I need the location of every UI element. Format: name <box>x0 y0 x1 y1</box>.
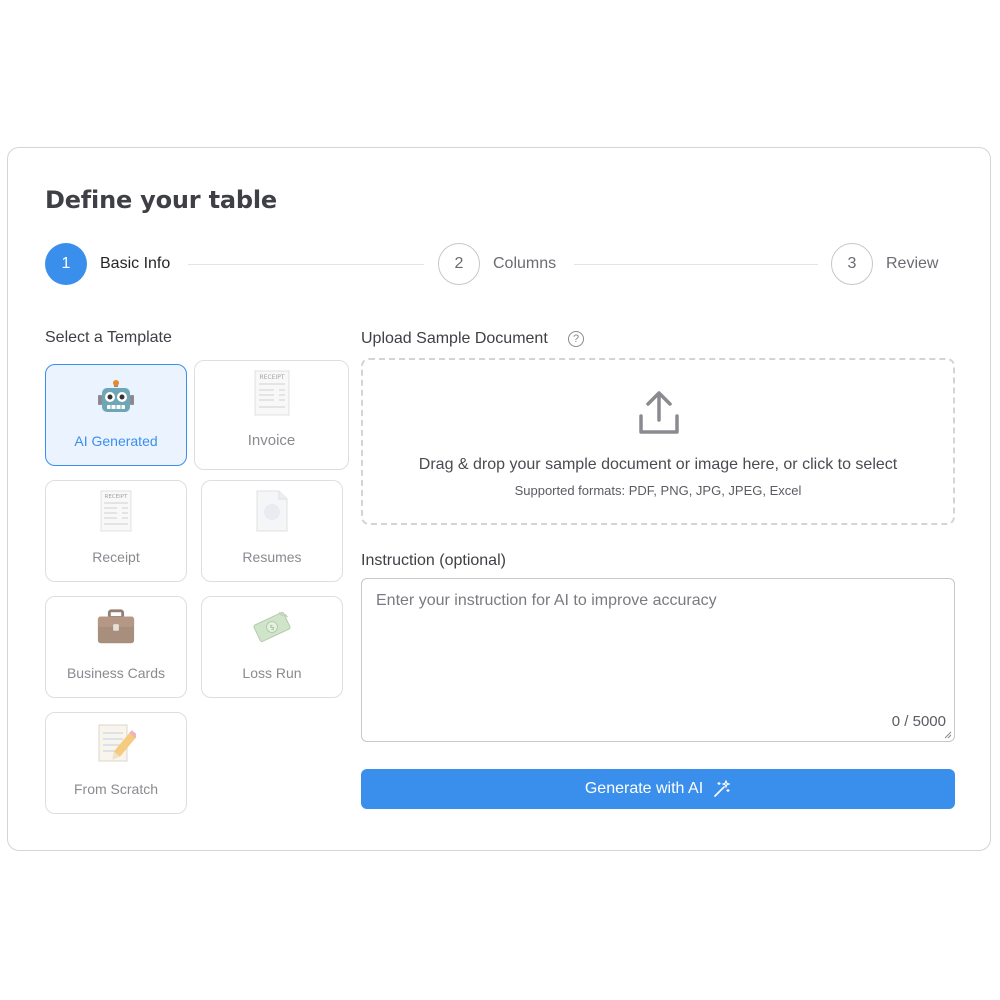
step-3-label[interactable]: Review <box>886 255 938 273</box>
instruction-label: Instruction (optional) <box>361 552 506 569</box>
briefcase-icon <box>96 607 136 647</box>
invoice-icon: RECEIPT <box>252 370 292 416</box>
robot-icon <box>96 379 136 419</box>
template-label: Loss Run <box>242 665 302 681</box>
template-label: Business Cards <box>66 665 166 681</box>
instruction-textarea[interactable]: Enter your instruction for AI to improve… <box>361 578 955 742</box>
resume-icon <box>252 490 292 532</box>
template-loss-run[interactable]: $ Loss Run <box>201 596 343 698</box>
help-icon[interactable]: ? <box>568 331 584 347</box>
money-icon: $ <box>252 607 292 647</box>
receipt-icon: RECEIPT <box>96 490 136 532</box>
step-2-label[interactable]: Columns <box>493 255 556 273</box>
template-label: Resumes <box>242 549 302 565</box>
step-1-label[interactable]: Basic Info <box>100 255 170 273</box>
define-table-card: Define your table 1 Basic Info 2 Columns… <box>7 147 991 851</box>
character-counter: 0 / 5000 <box>891 713 946 730</box>
dropzone-main-text: Drag & drop your sample document or imag… <box>418 456 898 473</box>
page-title: Define your table <box>45 186 277 214</box>
template-from-scratch[interactable]: From Scratch <box>45 712 187 814</box>
step-3-circle[interactable]: 3 <box>831 243 873 285</box>
template-label: Receipt <box>92 549 140 565</box>
memo-pencil-icon <box>96 723 136 763</box>
template-label: Invoice <box>247 432 296 449</box>
step-connector-2 <box>574 264 818 265</box>
template-label: From Scratch <box>73 781 158 797</box>
select-template-label: Select a Template <box>45 329 172 346</box>
upload-icon <box>633 388 685 445</box>
resize-handle-icon[interactable] <box>944 731 952 739</box>
magic-wand-icon <box>714 780 731 797</box>
template-invoice[interactable]: RECEIPT Invoice <box>194 360 349 470</box>
template-ai-generated[interactable]: AI Generated <box>45 364 187 466</box>
generate-button-label: Generate with AI <box>584 780 704 797</box>
step-2-circle[interactable]: 2 <box>438 243 480 285</box>
svg-text:RECEIPT: RECEIPT <box>105 494 129 500</box>
generate-with-ai-button[interactable]: Generate with AI <box>361 769 955 809</box>
template-business-cards[interactable]: Business Cards <box>45 596 187 698</box>
template-receipt[interactable]: RECEIPT Receipt <box>45 480 187 582</box>
svg-text:RECEIPT: RECEIPT <box>259 374 284 381</box>
step-1-circle[interactable]: 1 <box>45 243 87 285</box>
template-resumes[interactable]: Resumes <box>201 480 343 582</box>
dropzone-formats-text: Supported formats: PDF, PNG, JPG, JPEG, … <box>514 483 802 498</box>
step-connector-1 <box>188 264 424 265</box>
instruction-placeholder: Enter your instruction for AI to improve… <box>376 592 717 609</box>
upload-dropzone[interactable]: Drag & drop your sample document or imag… <box>361 358 955 525</box>
template-label: AI Generated <box>74 433 158 449</box>
upload-label: Upload Sample Document <box>361 330 548 347</box>
